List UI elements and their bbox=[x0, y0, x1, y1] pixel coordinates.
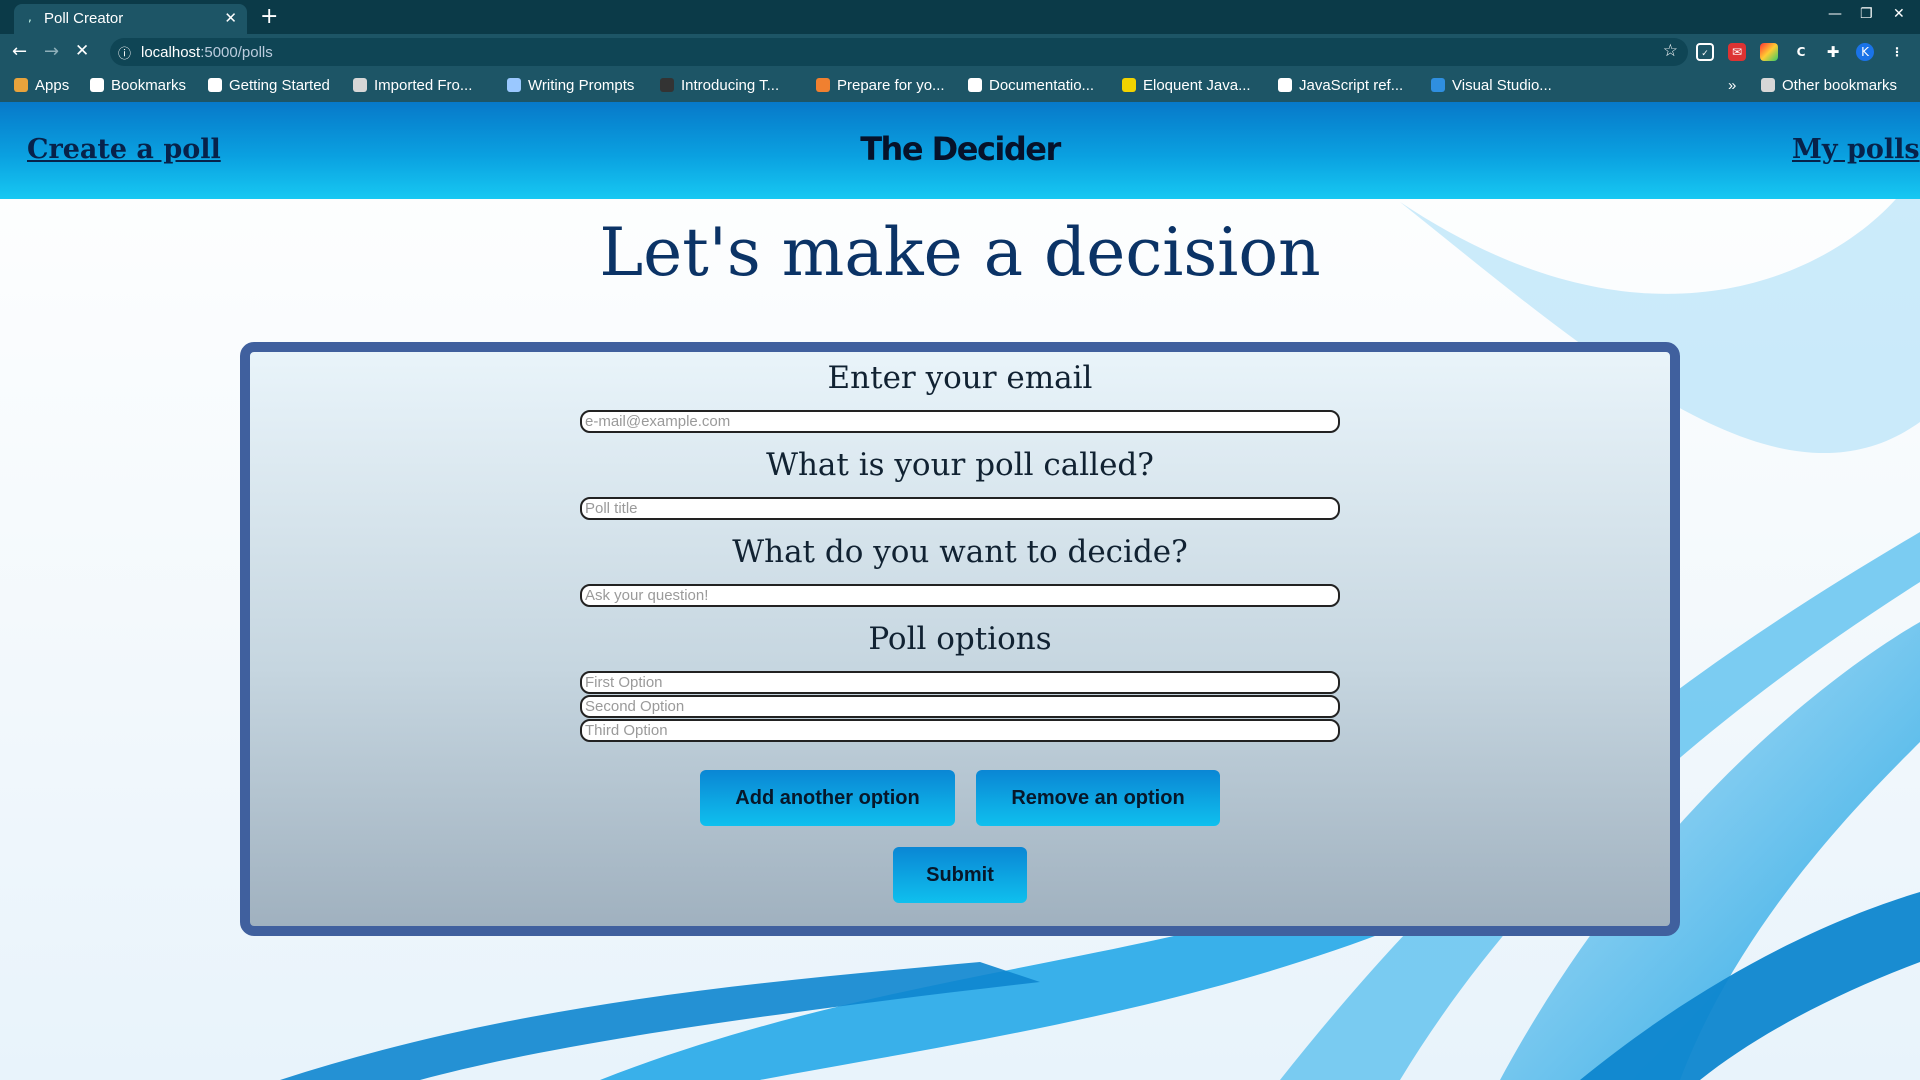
eloquent-javascript-icon bbox=[1122, 78, 1136, 92]
apps-icon bbox=[14, 78, 28, 92]
url-host: localhost bbox=[141, 44, 201, 61]
bookmark-label: Eloquent Java... bbox=[1143, 77, 1251, 94]
bookmark-label: Introducing T... bbox=[681, 77, 780, 94]
option-field-3[interactable] bbox=[580, 719, 1340, 742]
more-bookmarks-button[interactable]: » bbox=[1728, 77, 1736, 94]
submit-button[interactable]: Submit bbox=[893, 847, 1027, 903]
profile-avatar[interactable]: K bbox=[1856, 43, 1874, 61]
browser-menu-icon[interactable]: ⋮ bbox=[1888, 43, 1906, 61]
address-bar[interactable]: ⓘ localhost:5000/polls ☆ bbox=[110, 38, 1688, 66]
url-path: :5000/polls bbox=[200, 44, 273, 61]
pocket-extension-icon[interactable]: ✓ bbox=[1696, 43, 1714, 61]
getting-started-icon bbox=[208, 78, 222, 92]
bookmark-bookmarks[interactable]: Bookmarks bbox=[90, 77, 186, 94]
my-polls-link[interactable]: My polls bbox=[1792, 134, 1920, 165]
prepare-for-you-icon bbox=[816, 78, 830, 92]
other-bookmarks-folder[interactable]: Other bookmarks bbox=[1761, 77, 1897, 94]
browser-tab[interactable]: , Poll Creator ✕ bbox=[14, 4, 247, 34]
bookmark-imported-from[interactable]: Imported Fro... bbox=[353, 77, 472, 94]
new-tab-icon[interactable]: + bbox=[260, 4, 278, 29]
javascript-reference-icon bbox=[1278, 78, 1292, 92]
imported-from-icon bbox=[353, 78, 367, 92]
bookmark-apps[interactable]: Apps bbox=[14, 77, 69, 94]
bookmark-prepare-for-you[interactable]: Prepare for yo... bbox=[816, 77, 945, 94]
minimize-icon[interactable]: — bbox=[1828, 6, 1842, 22]
other-bookmarks-label: Other bookmarks bbox=[1782, 77, 1898, 94]
bookmark-visual-studio[interactable]: Visual Studio... bbox=[1431, 77, 1552, 94]
documentation-icon bbox=[968, 78, 982, 92]
poll-form-card: Enter your email What is your poll calle… bbox=[240, 342, 1680, 936]
tab-favicon-icon: , bbox=[28, 10, 32, 24]
option-field-2[interactable] bbox=[580, 695, 1340, 718]
restore-icon[interactable]: ❐ bbox=[1860, 6, 1873, 22]
brand-title: The Decider bbox=[860, 130, 1061, 168]
bookmark-label: Writing Prompts bbox=[528, 77, 635, 94]
code-extension-icon[interactable]: C bbox=[1792, 43, 1810, 61]
url-text[interactable]: localhost:5000/polls bbox=[141, 44, 273, 61]
bookmark-label: Getting Started bbox=[229, 77, 330, 94]
close-window-icon[interactable]: ✕ bbox=[1893, 6, 1905, 22]
poll-title-field[interactable] bbox=[580, 497, 1340, 520]
tab-close-icon[interactable]: ✕ bbox=[224, 9, 237, 27]
site-header: Create a poll The Decider My polls bbox=[0, 102, 1920, 199]
tab-title: Poll Creator bbox=[44, 10, 124, 27]
browser-toolbar: ← → ✕ ⓘ localhost:5000/polls ☆ ✓ ✉ C ✚ K… bbox=[0, 34, 1920, 70]
bookmark-eloquent-javascript[interactable]: Eloquent Java... bbox=[1122, 77, 1251, 94]
bookmark-label: Visual Studio... bbox=[1452, 77, 1552, 94]
introducing-t-icon bbox=[660, 78, 674, 92]
folder-icon bbox=[1761, 78, 1775, 92]
email-label: Enter your email bbox=[827, 360, 1093, 396]
page-title: Let's make a decision bbox=[599, 214, 1321, 291]
email-field[interactable] bbox=[580, 410, 1340, 433]
extensions-puzzle-icon[interactable]: ✚ bbox=[1824, 43, 1842, 61]
bookmark-label: Prepare for yo... bbox=[837, 77, 945, 94]
mail-extension-icon[interactable]: ✉ bbox=[1728, 43, 1746, 61]
writing-prompts-icon bbox=[507, 78, 521, 92]
add-option-button[interactable]: Add another option bbox=[700, 770, 955, 826]
site-info-icon[interactable]: ⓘ bbox=[118, 43, 131, 62]
bookmark-label: Apps bbox=[35, 77, 70, 94]
stop-loading-icon[interactable]: ✕ bbox=[75, 41, 89, 61]
bookmark-documentation[interactable]: Documentatio... bbox=[968, 77, 1094, 94]
page-viewport: Create a poll The Decider My polls Let's… bbox=[0, 102, 1920, 1080]
bookmark-javascript-reference[interactable]: JavaScript ref... bbox=[1278, 77, 1403, 94]
forward-icon[interactable]: → bbox=[44, 41, 59, 62]
option-field-1[interactable] bbox=[580, 671, 1340, 694]
bookmark-getting-started[interactable]: Getting Started bbox=[208, 77, 330, 94]
poll-options-label: Poll options bbox=[868, 621, 1052, 657]
bookmarks-icon bbox=[90, 78, 104, 92]
bookmark-writing-prompts[interactable]: Writing Prompts bbox=[507, 77, 634, 94]
visual-studio-icon bbox=[1431, 78, 1445, 92]
bookmark-label: Bookmarks bbox=[111, 77, 187, 94]
bookmark-star-icon[interactable]: ☆ bbox=[1663, 41, 1678, 61]
bookmark-label: Documentatio... bbox=[989, 77, 1095, 94]
bookmarks-bar: Apps Bookmarks Getting Started Imported Fro… bbox=[0, 70, 1920, 102]
poll-title-label: What is your poll called? bbox=[766, 447, 1154, 483]
bookmark-label: Imported Fro... bbox=[374, 77, 473, 94]
back-icon[interactable]: ← bbox=[12, 41, 27, 62]
remove-option-button[interactable]: Remove an option bbox=[976, 770, 1220, 826]
question-field[interactable] bbox=[580, 584, 1340, 607]
bookmark-label: JavaScript ref... bbox=[1299, 77, 1404, 94]
question-label: What do you want to decide? bbox=[732, 534, 1188, 570]
color-extension-icon[interactable] bbox=[1760, 43, 1778, 61]
bookmark-introducing-t[interactable]: Introducing T... bbox=[660, 77, 779, 94]
browser-tab-strip: , Poll Creator ✕ + — ❐ ✕ bbox=[0, 0, 1920, 34]
